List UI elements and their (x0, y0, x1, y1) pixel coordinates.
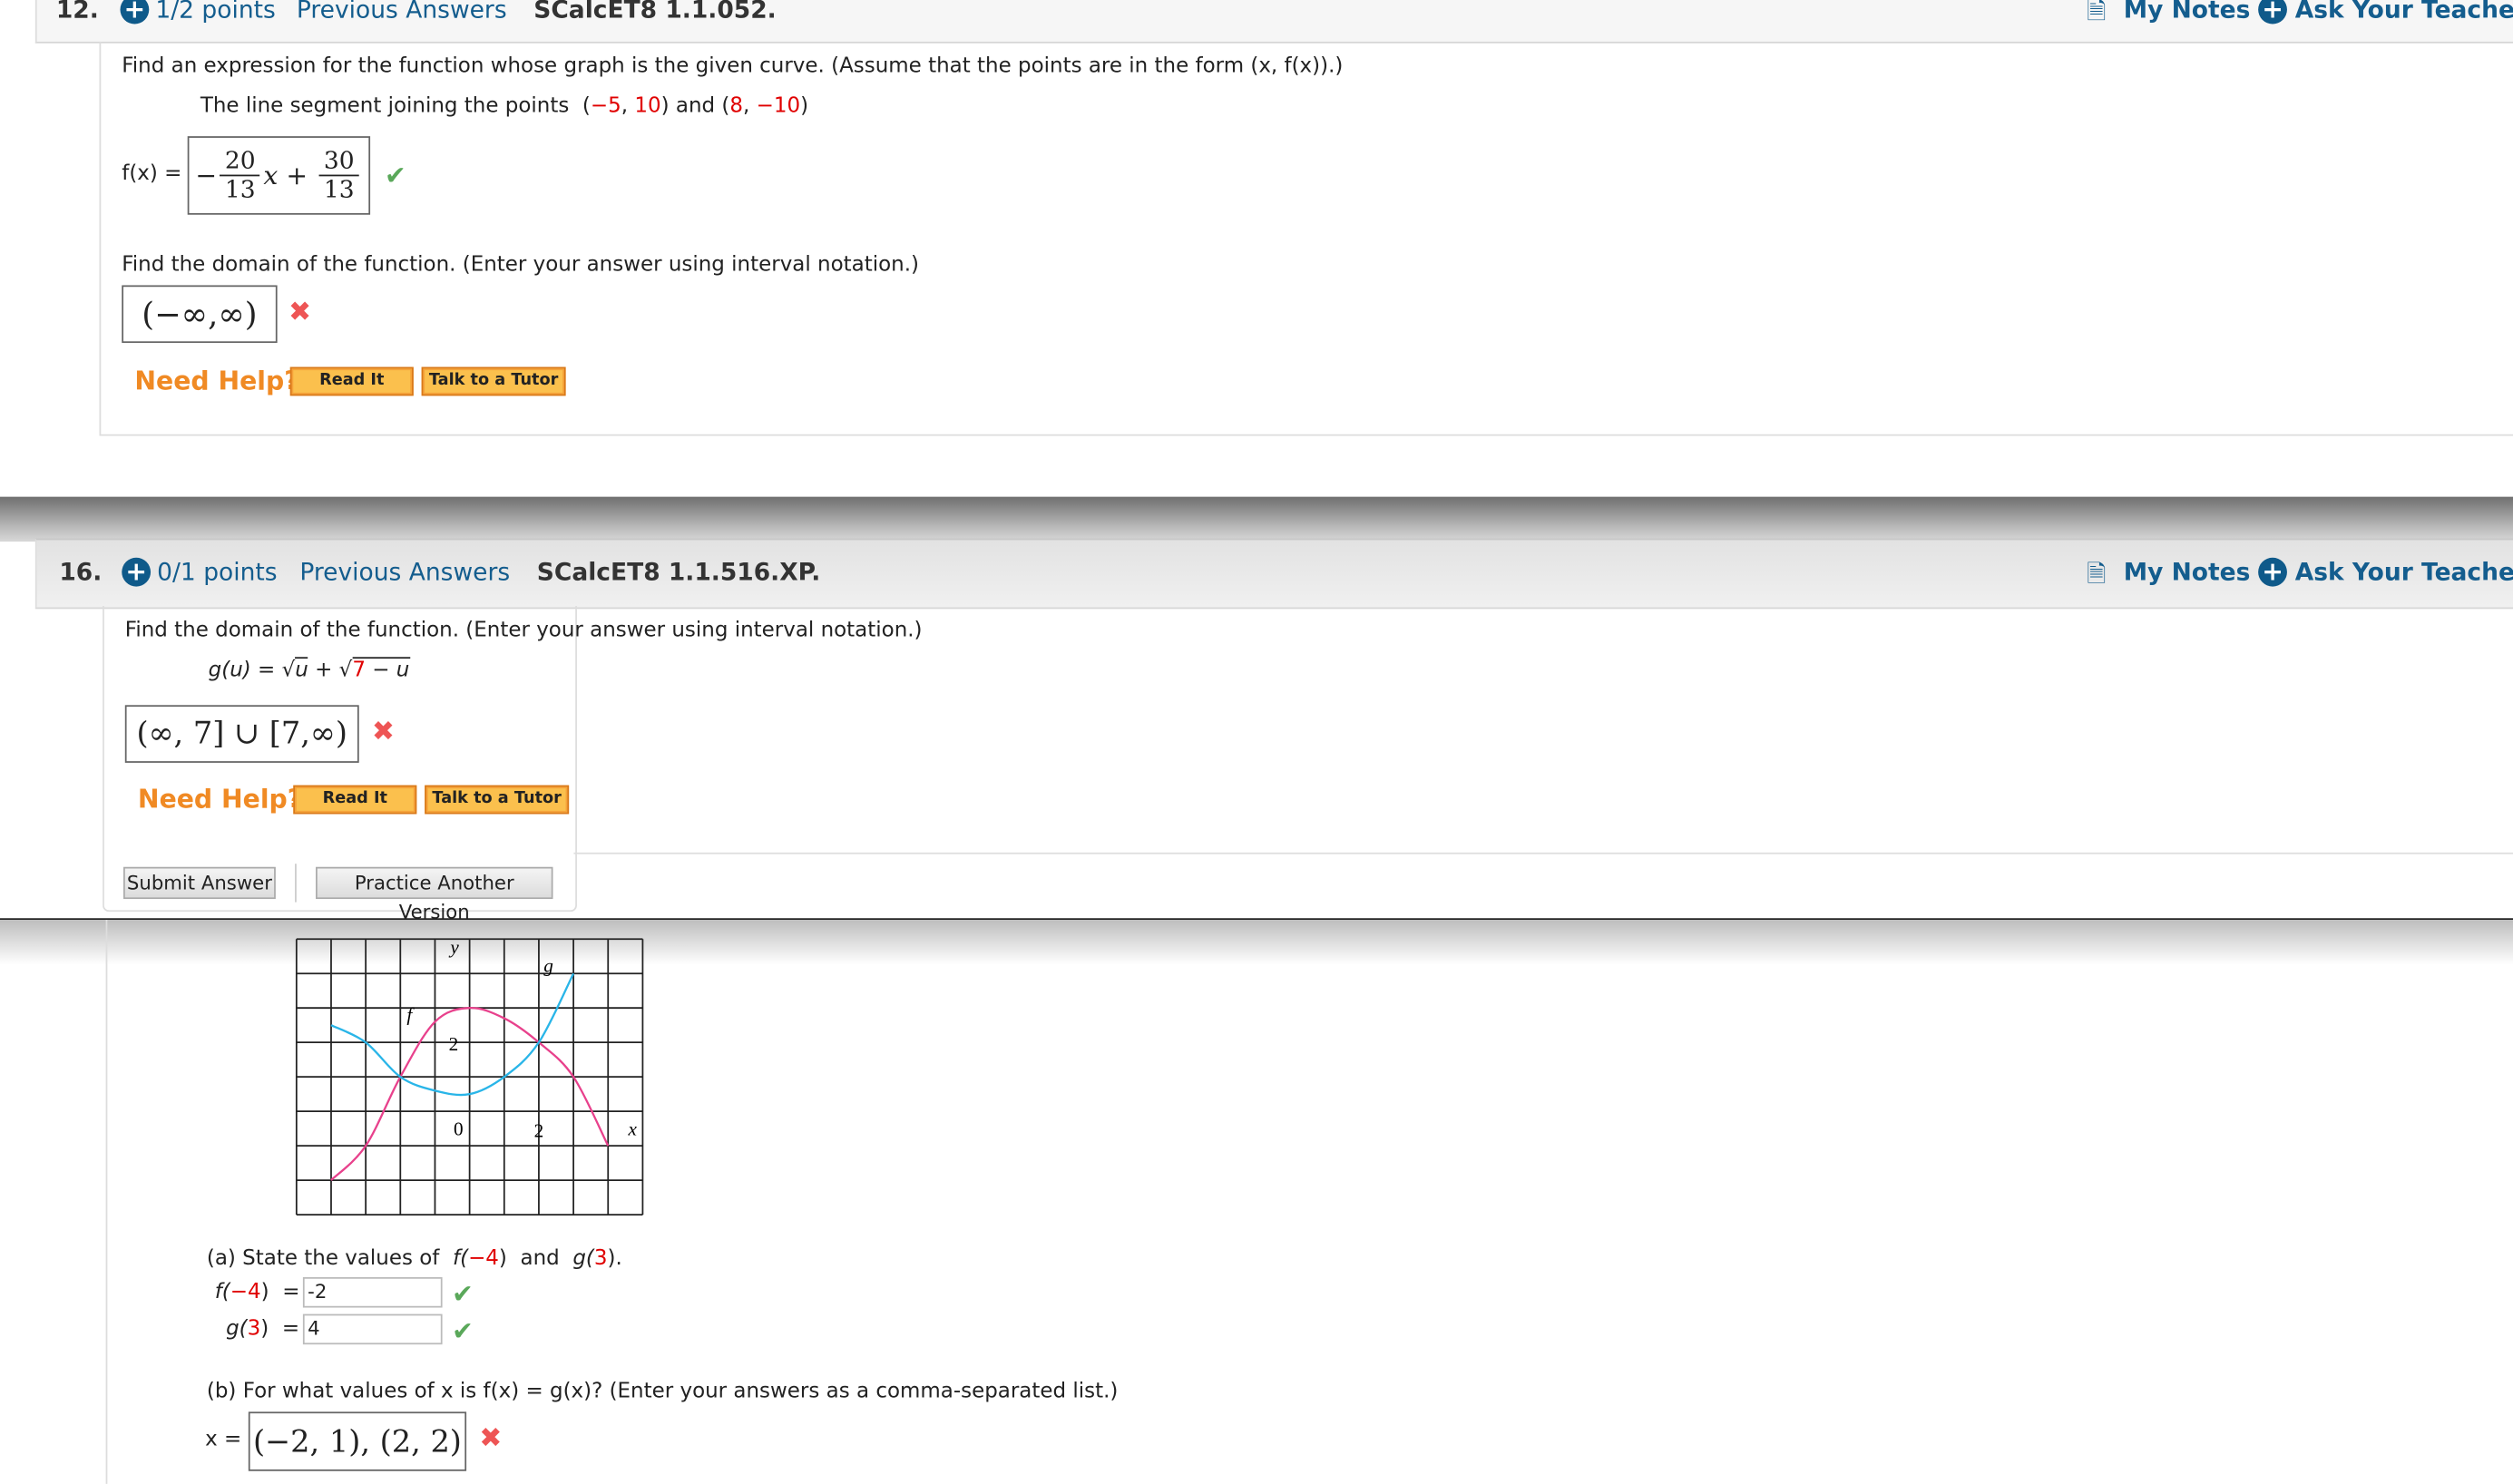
incorrect-x-icon: ✖ (479, 1422, 503, 1456)
intersection-answer-box[interactable]: (−2, 1), (2, 2) (248, 1411, 467, 1471)
button-separator (295, 864, 297, 903)
question-body-border (105, 920, 108, 1484)
domain-answer-box[interactable]: (−∞,∞) (122, 285, 278, 344)
function-graph: y x 0 2 2 f g (295, 936, 644, 1216)
x-axis-label: x (628, 1118, 638, 1140)
ask-teacher-link[interactable]: Ask Your Teacher (2295, 558, 2513, 587)
x-equals-label: x = (205, 1428, 242, 1452)
need-help-label: Need Help? (137, 783, 303, 815)
question-prompt: Find the domain of the function. (Enter … (124, 618, 923, 643)
graph-grid (295, 938, 644, 1216)
f-curve-label: f (406, 1003, 415, 1025)
talk-to-tutor-button[interactable]: Talk to a Tutor (421, 366, 566, 396)
part-a-prompt: (a) State the values of f(−4) and g(3). (206, 1246, 622, 1271)
y-tick-label: 2 (449, 1033, 459, 1055)
submit-answer-button[interactable]: Submit Answer (123, 866, 276, 900)
function-definition: g(u) = √u + √7 − u (208, 657, 410, 683)
f-value-input[interactable]: -2 (302, 1276, 443, 1308)
section-divider (0, 496, 2513, 542)
my-notes-link[interactable]: My Notes (2124, 558, 2251, 587)
question-prompt: Find an expression for the function whos… (122, 54, 1344, 79)
read-it-button[interactable]: Read It (289, 366, 414, 396)
ask-teacher-link[interactable]: Ask Your Teacher (2295, 0, 2513, 24)
plus-circle-icon[interactable]: + (2258, 0, 2287, 24)
g-value-label: g(3) = (226, 1317, 300, 1342)
incorrect-x-icon: ✖ (371, 716, 396, 749)
incorrect-x-icon: ✖ (288, 296, 312, 329)
previous-answers-link[interactable]: Previous Answers (297, 0, 507, 24)
divider (573, 852, 2513, 854)
part-b-prompt: (b) For what values of x is f(x) = g(x)?… (206, 1380, 1119, 1404)
domain-prompt: Find the domain of the function. (Enter … (122, 253, 919, 278)
need-help-label: Need Help? (134, 365, 299, 396)
talk-to-tutor-button[interactable]: Talk to a Tutor (425, 785, 570, 815)
domain-answer-box[interactable]: (∞, 7] ∪ [7,∞) (124, 705, 359, 763)
fx-label: f(x) = (122, 161, 182, 186)
correct-check-icon: ✔ (452, 1278, 474, 1310)
practice-another-version-button[interactable]: Practice Another Version (316, 866, 553, 923)
x-tick-label: 2 (534, 1119, 544, 1141)
plus-circle-icon[interactable]: + (2258, 557, 2287, 587)
my-notes-link[interactable]: My Notes (2124, 0, 2251, 24)
question-number: 12. (55, 0, 99, 24)
webassign-page: 12. + 1/2 points Previous Answers SCalcE… (0, 0, 2513, 1484)
segment-text: The line segment joining the points (−5,… (200, 94, 809, 119)
g-value-input[interactable]: 4 (302, 1313, 443, 1345)
expression-answer-box[interactable]: − 20 13 x + 30 13 (187, 136, 371, 215)
correct-check-icon: ✔ (384, 160, 406, 191)
f-value-label: f(−4) = (214, 1280, 300, 1305)
question-code: SCalcET8 1.1.052. (533, 0, 777, 24)
y-axis-label: y (448, 936, 459, 958)
notes-icon[interactable]: 🗎 (2087, 0, 2106, 35)
read-it-button[interactable]: Read It (293, 785, 417, 815)
correct-check-icon: ✔ (452, 1315, 474, 1346)
points-link[interactable]: 1/2 points (155, 0, 275, 24)
notes-icon[interactable]: 🗎 (2087, 558, 2106, 598)
plus-circle-icon[interactable]: + (122, 557, 152, 587)
question-number: 16. (59, 557, 103, 587)
plus-circle-icon[interactable]: + (120, 0, 150, 24)
previous-answers-link[interactable]: Previous Answers (299, 558, 510, 587)
g-curve-label: g (543, 954, 553, 976)
points-link[interactable]: 0/1 points (157, 558, 277, 587)
origin-label: 0 (454, 1118, 464, 1140)
question-code: SCalcET8 1.1.516.XP. (536, 557, 821, 587)
